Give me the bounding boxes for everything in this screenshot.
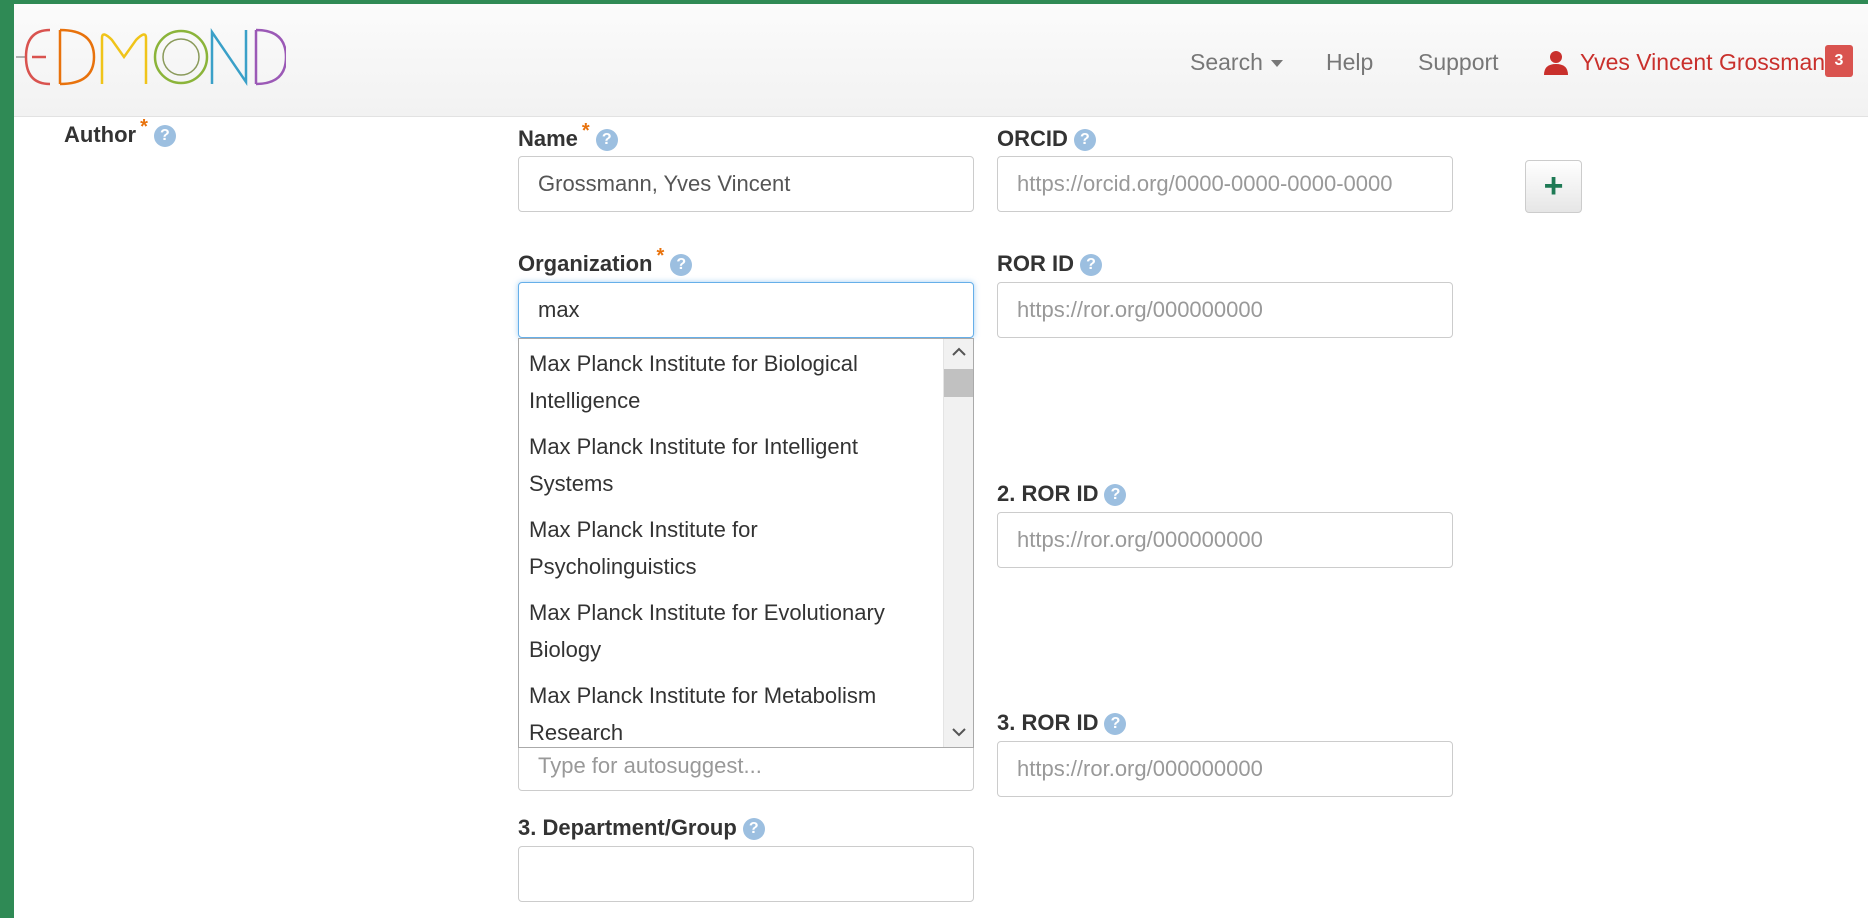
organization-3-input[interactable]: Type for autosuggest...: [518, 741, 974, 791]
organization-suggestions: Max Planck Institute for Biological Inte…: [518, 338, 974, 748]
suggestion-line: Max Planck Institute for: [529, 517, 758, 542]
chevron-up-icon[interactable]: [944, 339, 973, 367]
nav-support[interactable]: Support: [1418, 49, 1499, 76]
orcid-input[interactable]: https://orcid.org/0000-0000-0000-0000: [997, 156, 1453, 212]
suggestion-item[interactable]: Max Planck Institute for Intelligent Sys…: [529, 428, 949, 502]
organization-label: Organization *?: [518, 245, 693, 277]
help-icon[interactable]: ?: [670, 254, 693, 276]
nav-help[interactable]: Help: [1326, 49, 1373, 76]
suggestion-item[interactable]: Max Planck Institute for Biological Inte…: [529, 345, 949, 419]
name-input[interactable]: Grossmann, Yves Vincent: [518, 156, 974, 212]
chevron-down-icon[interactable]: [944, 719, 973, 747]
scroll-thumb[interactable]: [944, 369, 973, 397]
department-3-label-text: 3. Department/Group: [518, 815, 737, 840]
add-author-button[interactable]: +: [1525, 160, 1582, 213]
ror-id-2-input[interactable]: https://ror.org/000000000: [997, 512, 1453, 568]
suggestion-line: Biology: [529, 637, 602, 662]
help-icon[interactable]: ?: [742, 818, 765, 840]
suggestion-line: Psycholinguistics: [529, 554, 697, 579]
suggestion-item[interactable]: Max Planck Institute for Psycholinguisti…: [529, 511, 949, 585]
ror-id-3-label: 3. ROR ID?: [997, 710, 1127, 736]
notification-badge[interactable]: 3: [1825, 45, 1853, 77]
suggestion-line: Research: [529, 720, 624, 745]
ror-id-input[interactable]: https://ror.org/000000000: [997, 282, 1453, 338]
name-label-text: Name: [518, 126, 578, 151]
ror-id-2-label: 2. ROR ID?: [997, 481, 1127, 507]
navbar: Search Help Support Yves Vincent Grossma…: [14, 4, 1868, 117]
user-menu[interactable]: Yves Vincent Grossmann: [1580, 49, 1838, 76]
dropdown-scrollbar[interactable]: [943, 339, 973, 747]
suggestion-item[interactable]: Max Planck Institute for Metabolism Rese…: [529, 677, 949, 747]
orcid-label: ORCID?: [997, 126, 1096, 152]
name-label: Name *?: [518, 120, 618, 152]
department-3-label: 3. Department/Group?: [518, 815, 765, 841]
suggestion-line: Max Planck Institute for Intelligent: [529, 434, 858, 459]
help-icon[interactable]: ?: [1104, 713, 1127, 735]
author-label-text: Author: [64, 122, 137, 147]
help-icon[interactable]: ?: [153, 125, 176, 147]
department-3-input[interactable]: [518, 846, 974, 902]
suggestion-line: Max Planck Institute for Metabolism: [529, 683, 877, 708]
nav-search-label: Search: [1190, 49, 1263, 75]
nav-search[interactable]: Search: [1190, 49, 1283, 76]
ror-id-3-label-text: 3. ROR ID: [997, 710, 1099, 735]
required-asterisk-icon: *: [581, 120, 590, 142]
suggestion-line: Max Planck Institute for Biological: [529, 351, 858, 376]
edmond-logo[interactable]: [16, 22, 286, 92]
help-icon[interactable]: ?: [1104, 484, 1127, 506]
organization-input[interactable]: max: [518, 282, 974, 338]
caret-down-icon: [1270, 60, 1283, 68]
help-icon[interactable]: ?: [595, 129, 618, 151]
author-label: Author *?: [64, 116, 176, 148]
ror-id-3-input[interactable]: https://ror.org/000000000: [997, 741, 1453, 797]
orcid-label-text: ORCID: [997, 126, 1068, 151]
required-asterisk-icon: *: [140, 116, 148, 138]
suggestion-line: Systems: [529, 471, 614, 496]
suggestion-item[interactable]: Max Planck Institute for Evolutionary Bi…: [529, 594, 949, 668]
help-icon[interactable]: ?: [1080, 254, 1102, 276]
ror-id-label-text: ROR ID: [997, 251, 1074, 276]
user-icon: [1544, 51, 1568, 75]
required-asterisk-icon: *: [656, 245, 665, 267]
help-icon[interactable]: ?: [1073, 129, 1096, 151]
page-frame: Search Help Support Yves Vincent Grossma…: [14, 4, 1868, 918]
ror-id-label: ROR ID?: [997, 251, 1102, 277]
suggestion-line: Max Planck Institute for Evolutionary: [529, 600, 885, 625]
suggestion-line: Intelligence: [529, 388, 641, 413]
organization-label-text: Organization: [518, 251, 653, 276]
ror-id-2-label-text: 2. ROR ID: [997, 481, 1099, 506]
